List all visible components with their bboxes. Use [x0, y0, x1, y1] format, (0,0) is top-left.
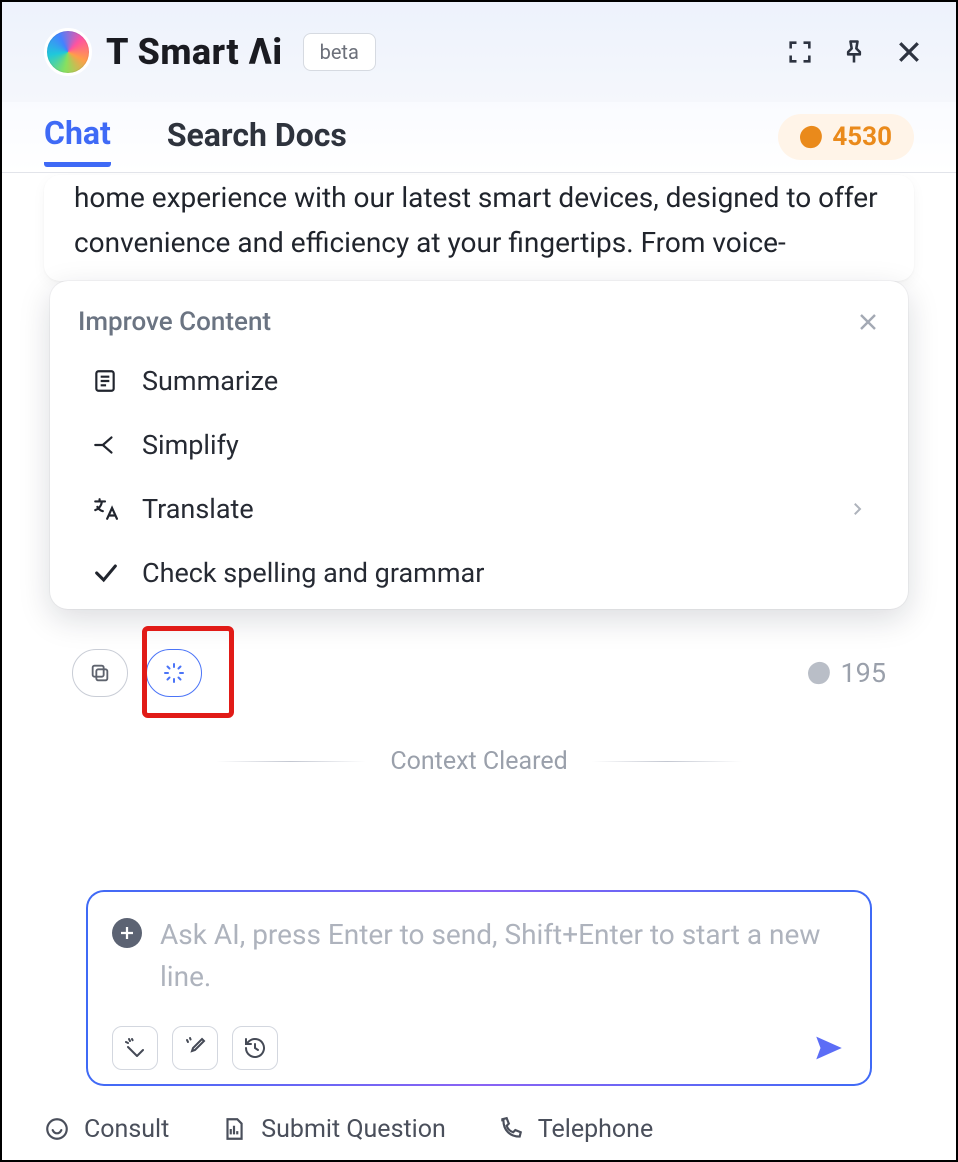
- footer-submit-label: Submit Question: [261, 1115, 446, 1144]
- copy-button[interactable]: [72, 649, 128, 697]
- content-area: home experience with our latest smart de…: [2, 173, 956, 1097]
- improve-button[interactable]: [146, 649, 202, 697]
- popup-close-icon[interactable]: [856, 310, 880, 334]
- footer-telephone-label: Telephone: [538, 1115, 653, 1144]
- improve-content-popup: Improve Content Summarize Simplify Trans…: [50, 281, 908, 609]
- app-title: T Smart Λi: [106, 31, 283, 73]
- improve-summarize-label: Summarize: [142, 365, 278, 397]
- footer-submit-question[interactable]: Submit Question: [221, 1115, 446, 1144]
- wand-tool-button[interactable]: [112, 1026, 158, 1070]
- tab-search-docs[interactable]: Search Docs: [167, 110, 347, 164]
- beta-badge: beta: [303, 33, 376, 71]
- consult-icon: [44, 1116, 70, 1142]
- improve-translate-label: Translate: [142, 493, 254, 525]
- improve-title: Improve Content: [78, 307, 271, 337]
- tabs-row: Chat Search Docs 4530: [2, 102, 956, 172]
- chat-input-placeholder: Ask AI, press Enter to send, Shift+Enter…: [160, 914, 846, 998]
- expand-icon[interactable]: [786, 38, 814, 66]
- app-logo-icon: [44, 28, 92, 76]
- cost-value: 195: [840, 657, 886, 689]
- pin-icon[interactable]: [840, 38, 868, 66]
- cost-icon: [807, 660, 832, 685]
- cost-indicator: 195: [808, 657, 886, 689]
- check-icon: [92, 559, 120, 587]
- submit-question-icon: [221, 1116, 247, 1142]
- message-card: home experience with our latest smart de…: [44, 175, 914, 281]
- translate-icon: [92, 496, 120, 522]
- footer-consult-label: Consult: [84, 1115, 169, 1144]
- chevron-right-icon: [848, 500, 866, 518]
- improve-check-grammar[interactable]: Check spelling and grammar: [76, 541, 882, 605]
- divider-line: [592, 761, 742, 762]
- chat-input-box[interactable]: Ask AI, press Enter to send, Shift+Enter…: [86, 890, 872, 1086]
- header-bar: T Smart Λi beta: [2, 2, 956, 102]
- improve-simplify[interactable]: Simplify: [76, 413, 882, 477]
- summarize-icon: [92, 368, 120, 394]
- send-button[interactable]: [812, 1031, 846, 1065]
- simplify-icon: [92, 432, 120, 458]
- tab-chat[interactable]: Chat: [44, 108, 111, 167]
- footer-telephone[interactable]: Telephone: [498, 1115, 653, 1144]
- credit-icon: [799, 124, 824, 149]
- message-text: home experience with our latest smart de…: [74, 175, 884, 275]
- improve-translate[interactable]: Translate: [76, 477, 882, 541]
- improve-check-label: Check spelling and grammar: [142, 557, 484, 589]
- add-button[interactable]: [112, 918, 142, 948]
- credits-pill[interactable]: 4530: [778, 114, 914, 160]
- brush-tool-button[interactable]: [172, 1026, 218, 1070]
- footer-consult[interactable]: Consult: [44, 1115, 169, 1144]
- close-icon[interactable]: [894, 37, 924, 67]
- telephone-icon: [498, 1116, 524, 1142]
- context-cleared-label: Context Cleared: [390, 747, 567, 776]
- message-action-row: 195: [44, 631, 914, 719]
- improve-simplify-label: Simplify: [142, 429, 239, 461]
- footer-bar: Consult Submit Question Telephone: [2, 1097, 956, 1161]
- context-cleared-row: Context Cleared: [44, 747, 914, 776]
- credits-balance: 4530: [832, 122, 892, 152]
- divider-line: [216, 761, 366, 762]
- history-tool-button[interactable]: [232, 1026, 278, 1070]
- improve-summarize[interactable]: Summarize: [76, 349, 882, 413]
